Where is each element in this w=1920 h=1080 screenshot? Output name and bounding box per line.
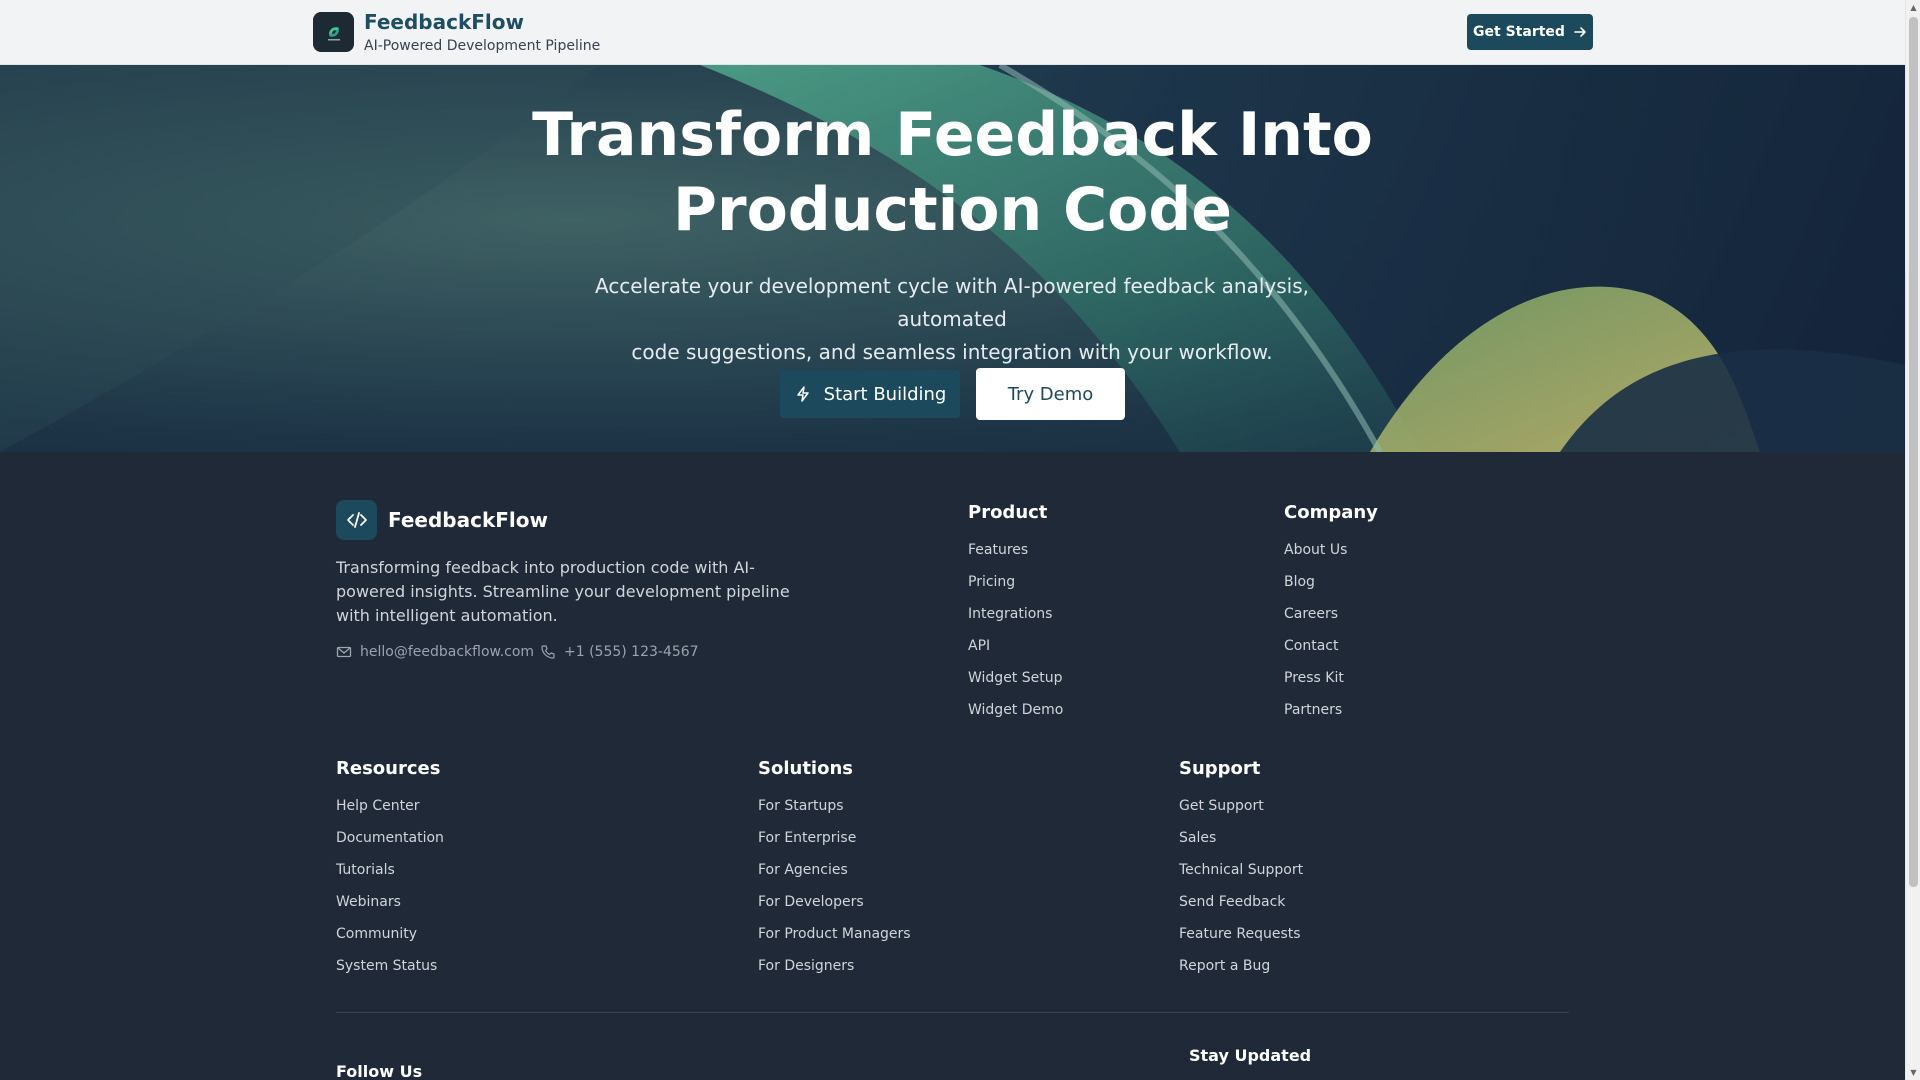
footer-link-help-center[interactable]: Help Center [336, 797, 444, 829]
start-building-button[interactable]: Start Building [780, 370, 960, 418]
footer-divider [336, 1012, 1569, 1013]
zap-icon [796, 386, 809, 402]
footer-logo[interactable] [336, 500, 377, 540]
footer-email[interactable]: hello@feedbackflow.com [336, 644, 534, 660]
hero-title-line-1: Transform Feedback Into [532, 100, 1373, 170]
scroll-down-icon[interactable]: ▼ [1906, 1065, 1920, 1080]
footer-link-tutorials[interactable]: Tutorials [336, 861, 444, 893]
footer-link-technical-support[interactable]: Technical Support [1179, 861, 1303, 893]
footer-column-resources: Resources Help Center Documentation Tuto… [336, 758, 444, 989]
footer-email-text: hello@feedbackflow.com [360, 644, 535, 660]
footer-link-for-developers[interactable]: For Developers [758, 893, 911, 925]
footer-phone-text: +1 (555) 123-4567 [564, 644, 699, 660]
footer-link-press-kit[interactable]: Press Kit [1284, 669, 1378, 701]
footer-link-feature-requests[interactable]: Feature Requests [1179, 925, 1303, 957]
footer-column-title: Company [1284, 502, 1378, 523]
footer-link-careers[interactable]: Careers [1284, 605, 1378, 637]
footer-link-system-status[interactable]: System Status [336, 957, 444, 989]
footer-link-api[interactable]: API [968, 637, 1063, 669]
footer-link-community[interactable]: Community [336, 925, 444, 957]
try-demo-label: Try Demo [1007, 383, 1094, 405]
mail-icon [336, 646, 352, 658]
brand-logo-icon [327, 27, 340, 41]
footer-link-documentation[interactable]: Documentation [336, 829, 444, 861]
get-started-button[interactable]: Get Started [1467, 14, 1593, 50]
brand-title[interactable]: FeedbackFlow [364, 10, 524, 34]
site-footer: FeedbackFlow Transforming feedback into … [0, 452, 1905, 1080]
footer-link-widget-setup[interactable]: Widget Setup [968, 669, 1063, 701]
footer-phone[interactable]: +1 (555) 123-4567 [540, 644, 699, 660]
footer-link-partners[interactable]: Partners [1284, 701, 1378, 733]
footer-column-product: Product Features Pricing Integrations AP… [968, 502, 1063, 733]
footer-link-features[interactable]: Features [968, 541, 1063, 573]
footer-link-report-a-bug[interactable]: Report a Bug [1179, 957, 1303, 989]
footer-link-get-support[interactable]: Get Support [1179, 797, 1303, 829]
footer-link-pricing[interactable]: Pricing [968, 573, 1063, 605]
arrow-right-icon [1574, 27, 1586, 37]
footer-link-for-startups[interactable]: For Startups [758, 797, 911, 829]
phone-icon [541, 645, 555, 659]
footer-column-solutions: Solutions For Startups For Enterprise Fo… [758, 758, 911, 989]
footer-column-title: Support [1179, 758, 1261, 779]
footer-link-contact[interactable]: Contact [1284, 637, 1378, 669]
top-nav-bar: FeedbackFlow AI-Powered Development Pipe… [0, 0, 1905, 65]
follow-us-heading: Follow Us [336, 1062, 423, 1080]
try-demo-button[interactable]: Try Demo [976, 368, 1125, 420]
footer-column-company: Company About Us Blog Careers Contact Pr… [1284, 502, 1378, 733]
stay-updated-heading: Stay Updated [1189, 1046, 1312, 1065]
scrollbar-thumb[interactable] [1909, 17, 1918, 887]
footer-column-support: Support Get Support Sales Technical Supp… [1179, 758, 1303, 989]
brand-logo[interactable] [313, 12, 354, 52]
code-icon [346, 512, 367, 528]
get-started-label: Get Started [1473, 24, 1565, 40]
hero-section: Transform Feedback Into Production Code … [0, 65, 1905, 452]
hero-subtitle-line-2: code suggestions, and seamless integrati… [631, 340, 1273, 364]
footer-link-for-product-managers[interactable]: For Product Managers [758, 925, 911, 957]
footer-link-for-enterprise[interactable]: For Enterprise [758, 829, 911, 861]
footer-column-title: Resources [336, 758, 441, 779]
footer-link-for-agencies[interactable]: For Agencies [758, 861, 911, 893]
footer-column-title: Product [968, 502, 1048, 523]
footer-column-title: Solutions [758, 758, 853, 779]
brand-subtitle: AI-Powered Development Pipeline [364, 38, 601, 54]
page-scrollbar[interactable]: ▲ ▼ [1905, 0, 1920, 1080]
hero-subtitle: Accelerate your development cycle with A… [552, 270, 1352, 369]
footer-link-about-us[interactable]: About Us [1284, 541, 1378, 573]
footer-link-send-feedback[interactable]: Send Feedback [1179, 893, 1303, 925]
footer-link-integrations[interactable]: Integrations [968, 605, 1063, 637]
footer-link-blog[interactable]: Blog [1284, 573, 1378, 605]
hero-title-line-2: Production Code [673, 175, 1232, 245]
footer-brand: FeedbackFlow [388, 508, 548, 532]
hero-subtitle-line-1: Accelerate your development cycle with A… [594, 274, 1310, 331]
footer-link-for-designers[interactable]: For Designers [758, 957, 911, 989]
footer-link-webinars[interactable]: Webinars [336, 893, 444, 925]
footer-description: Transforming feedback into production co… [336, 558, 790, 625]
hero-title: Transform Feedback Into Production Code [0, 98, 1905, 248]
start-building-label: Start Building [823, 383, 947, 405]
footer-link-sales[interactable]: Sales [1179, 829, 1303, 861]
footer-link-widget-demo[interactable]: Widget Demo [968, 701, 1063, 733]
scroll-up-icon[interactable]: ▲ [1906, 0, 1920, 15]
